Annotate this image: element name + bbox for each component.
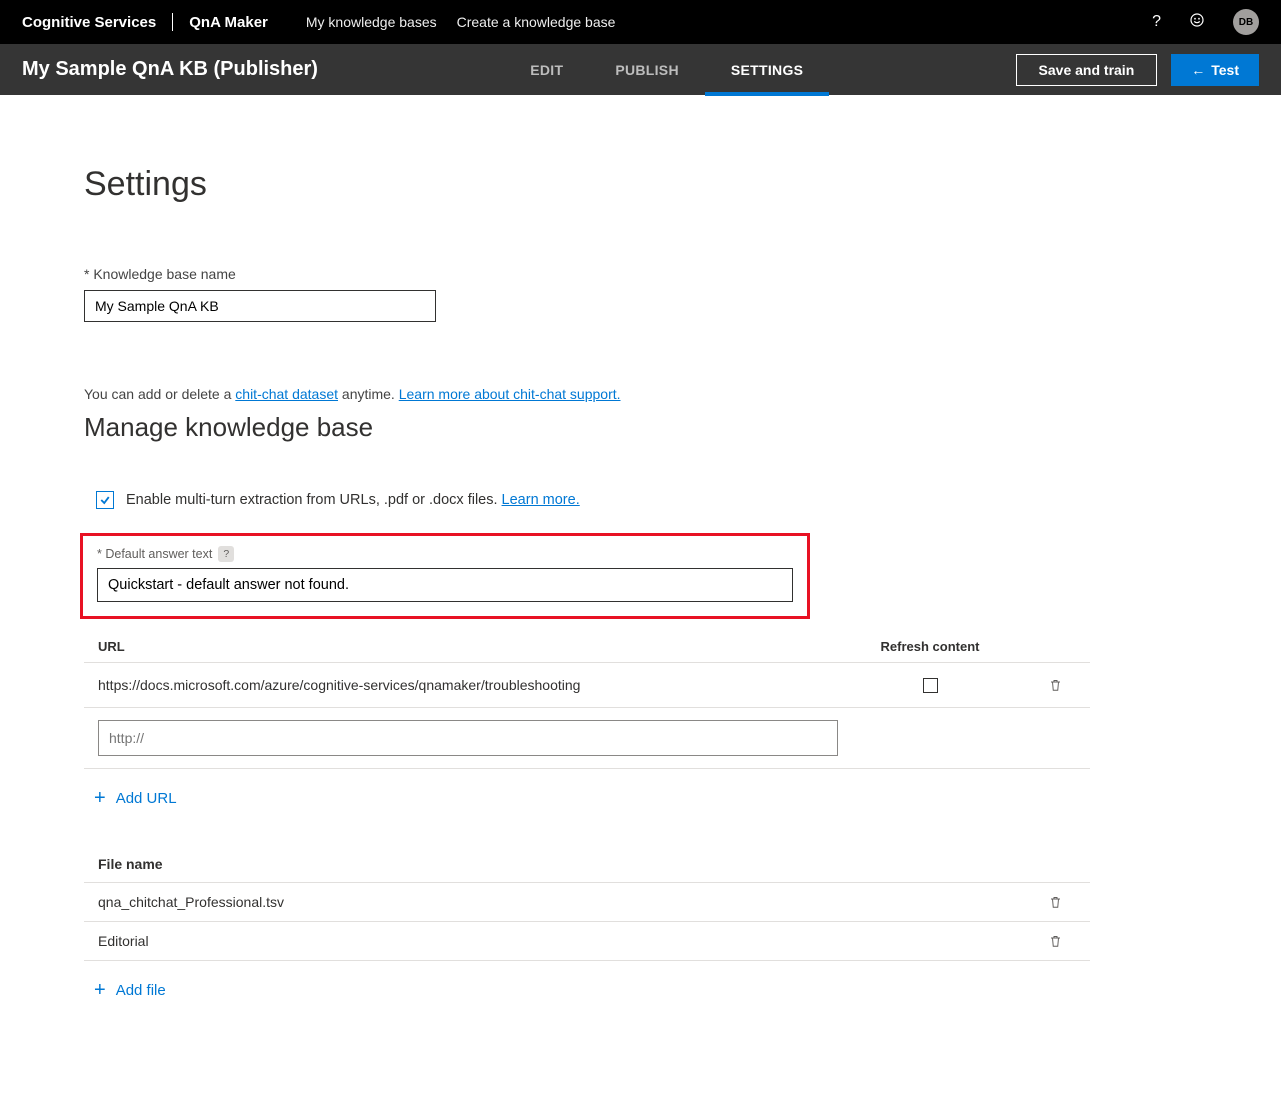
refresh-cell xyxy=(840,678,1020,693)
url-header: URL xyxy=(84,639,840,654)
filename-header: File name xyxy=(84,856,1090,883)
multiturn-learn-more-link[interactable]: Learn more. xyxy=(502,492,580,508)
delete-file-button[interactable] xyxy=(1020,894,1090,910)
chitchat-learn-more-link[interactable]: Learn more about chit-chat support. xyxy=(399,386,621,402)
delete-url-button[interactable] xyxy=(1020,677,1090,693)
avatar[interactable]: DB xyxy=(1233,9,1259,35)
multiturn-label: Enable multi-turn extraction from URLs, … xyxy=(126,492,580,508)
plus-icon: + xyxy=(94,787,106,810)
default-answer-input[interactable] xyxy=(97,568,793,602)
chitchat-prefix: You can add or delete a xyxy=(84,386,235,402)
arrow-left-icon: ← xyxy=(1191,62,1205,78)
delete-file-button[interactable] xyxy=(1020,933,1090,949)
kb-name-label: * Knowledge base name xyxy=(84,266,1090,282)
multiturn-checkbox[interactable] xyxy=(96,491,114,509)
url-cell: https://docs.microsoft.com/azure/cogniti… xyxy=(84,677,840,693)
topbar-right: ? DB xyxy=(1152,9,1259,35)
nav-create-kb[interactable]: Create a knowledge base xyxy=(457,14,616,30)
file-name-cell: Editorial xyxy=(84,933,1020,949)
brand-qnamaker[interactable]: QnA Maker xyxy=(189,14,268,31)
help-icon[interactable]: ? xyxy=(1152,13,1161,31)
add-file-button[interactable]: + Add file xyxy=(84,961,1090,1002)
trash-icon xyxy=(1048,677,1063,693)
trash-icon xyxy=(1048,894,1063,910)
feedback-smile-icon[interactable] xyxy=(1189,12,1205,33)
url-input-row xyxy=(84,708,1090,769)
tab-settings[interactable]: SETTINGS xyxy=(705,44,829,95)
test-button[interactable]: ← Test xyxy=(1171,54,1259,86)
file-row: Editorial xyxy=(84,922,1090,961)
default-answer-label: * Default answer text ? xyxy=(97,546,793,562)
nav-my-kbs[interactable]: My knowledge bases xyxy=(306,14,437,30)
url-input[interactable] xyxy=(98,720,838,756)
add-url-button[interactable]: + Add URL xyxy=(84,769,1090,810)
multiturn-row: Enable multi-turn extraction from URLs, … xyxy=(96,491,1090,509)
tab-publish[interactable]: PUBLISH xyxy=(589,44,705,95)
refresh-header: Refresh content xyxy=(840,639,1020,654)
subbar-right: Save and train ← Test xyxy=(1016,54,1259,86)
tabs: EDIT PUBLISH SETTINGS xyxy=(504,44,829,95)
kb-name-input[interactable] xyxy=(84,290,436,322)
file-name-cell: qna_chitchat_Professional.tsv xyxy=(84,894,1020,910)
delete-header-spacer xyxy=(1020,639,1090,654)
topbar-left: Cognitive Services QnA Maker My knowledg… xyxy=(22,13,615,31)
page-title: Settings xyxy=(84,165,1090,204)
subbar: My Sample QnA KB (Publisher) EDIT PUBLIS… xyxy=(0,44,1281,95)
plus-icon: + xyxy=(94,979,106,1002)
tab-edit[interactable]: EDIT xyxy=(504,44,589,95)
brand-divider xyxy=(172,13,173,31)
checkmark-icon xyxy=(99,494,111,506)
chitchat-note: You can add or delete a chit-chat datase… xyxy=(84,386,1090,402)
brand-cognitive-services[interactable]: Cognitive Services xyxy=(22,14,156,31)
file-row: qna_chitchat_Professional.tsv xyxy=(84,883,1090,922)
refresh-checkbox[interactable] xyxy=(923,678,938,693)
chitchat-dataset-link[interactable]: chit-chat dataset xyxy=(235,386,338,402)
kb-title: My Sample QnA KB (Publisher) xyxy=(22,58,318,81)
main-content: Settings * Knowledge base name You can a… xyxy=(0,95,1090,1042)
chitchat-mid: anytime. xyxy=(338,386,399,402)
test-button-label: Test xyxy=(1211,62,1239,78)
default-answer-highlight: * Default answer text ? xyxy=(80,533,810,619)
url-table-head: URL Refresh content xyxy=(84,633,1090,663)
add-url-label: Add URL xyxy=(116,790,177,807)
topbar: Cognitive Services QnA Maker My knowledg… xyxy=(0,0,1281,44)
help-badge-icon[interactable]: ? xyxy=(218,546,234,562)
url-row: https://docs.microsoft.com/azure/cogniti… xyxy=(84,663,1090,708)
add-file-label: Add file xyxy=(116,982,166,999)
trash-icon xyxy=(1048,933,1063,949)
save-and-train-button[interactable]: Save and train xyxy=(1016,54,1158,86)
manage-kb-title: Manage knowledge base xyxy=(84,412,1090,443)
